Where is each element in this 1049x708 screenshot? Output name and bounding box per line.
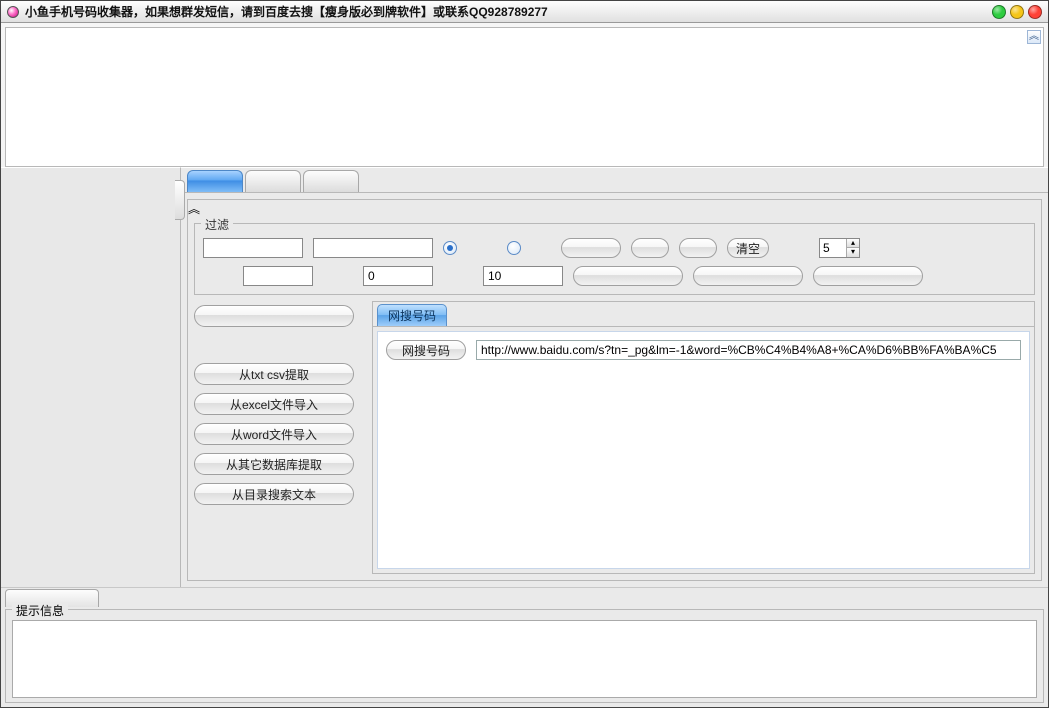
middle-area: ︽ 过滤 清空 bbox=[1, 167, 1048, 587]
source-btn-excel[interactable]: 从excel文件导入 bbox=[194, 393, 354, 415]
source-btn-txtcsv[interactable]: 从txt csv提取 bbox=[194, 363, 354, 385]
filter-btn-2[interactable] bbox=[631, 238, 669, 258]
title-bar: 小鱼手机号码收集器，如果想群发短信，请到百度去搜【瘦身版必到牌软件】或联系QQ9… bbox=[1, 1, 1048, 23]
window-title: 小鱼手机号码收集器，如果想群发短信，请到百度去搜【瘦身版必到牌软件】或联系QQ9… bbox=[25, 3, 992, 20]
filter-btn-6[interactable] bbox=[813, 266, 923, 286]
bottom-area: 提示信息 bbox=[1, 587, 1048, 707]
filter-input-1[interactable] bbox=[203, 238, 303, 258]
lower-split: 从txt csv提取 从excel文件导入 从word文件导入 从其它数据库提取… bbox=[194, 301, 1035, 574]
close-button[interactable] bbox=[1028, 5, 1042, 19]
url-input[interactable] bbox=[476, 340, 1021, 360]
collapse-top-icon[interactable]: ︽ bbox=[1027, 30, 1041, 44]
bottom-tabrow bbox=[1, 587, 1048, 607]
filter-radio-1[interactable] bbox=[443, 241, 457, 255]
window-controls bbox=[992, 5, 1042, 19]
filter-legend: 过滤 bbox=[201, 216, 233, 233]
source-buttons: 从txt csv提取 从excel文件导入 从word文件导入 从其它数据库提取… bbox=[194, 301, 364, 574]
right-main: ︽ 过滤 清空 bbox=[181, 167, 1048, 587]
outer-tab-3[interactable] bbox=[303, 170, 359, 192]
source-btn-otherdb[interactable]: 从其它数据库提取 bbox=[194, 453, 354, 475]
filter-input-4[interactable] bbox=[363, 266, 433, 286]
spinner-down-icon[interactable]: ▾ bbox=[847, 248, 859, 257]
outer-tab-1[interactable] bbox=[187, 170, 243, 192]
filter-group: 过滤 清空 bbox=[194, 223, 1035, 295]
search-panel: 网搜号码 网搜号码 bbox=[372, 301, 1035, 574]
source-btn-dirtext[interactable]: 从目录搜索文本 bbox=[194, 483, 354, 505]
filter-input-2[interactable] bbox=[313, 238, 433, 258]
app-window: 小鱼手机号码收集器，如果想群发短信，请到百度去搜【瘦身版必到牌软件】或联系QQ9… bbox=[0, 0, 1049, 708]
filter-btn-3[interactable] bbox=[679, 238, 717, 258]
search-content: 网搜号码 bbox=[377, 331, 1030, 569]
spinner-value[interactable] bbox=[820, 239, 846, 257]
filter-row-2 bbox=[243, 266, 1026, 286]
filter-input-3[interactable] bbox=[243, 266, 313, 286]
filter-btn-5[interactable] bbox=[693, 266, 803, 286]
maximize-button[interactable] bbox=[1010, 5, 1024, 19]
hint-group: 提示信息 bbox=[5, 609, 1044, 703]
right-content: ︽ 过滤 清空 bbox=[187, 199, 1042, 581]
hint-textarea[interactable] bbox=[12, 620, 1037, 698]
minimize-button[interactable] bbox=[992, 5, 1006, 19]
top-panel: ︽ bbox=[5, 27, 1044, 167]
websearch-button[interactable]: 网搜号码 bbox=[386, 340, 466, 360]
filter-radio-2[interactable] bbox=[507, 241, 521, 255]
source-btn-blank[interactable] bbox=[194, 305, 354, 327]
filter-btn-4[interactable] bbox=[573, 266, 683, 286]
left-sidebar bbox=[1, 167, 181, 587]
collapse-right-icon[interactable]: ︽ bbox=[188, 200, 1041, 217]
app-icon bbox=[7, 6, 19, 18]
hint-legend: 提示信息 bbox=[12, 602, 68, 619]
source-btn-word[interactable]: 从word文件导入 bbox=[194, 423, 354, 445]
filter-spinner[interactable]: ▴ ▾ bbox=[819, 238, 860, 258]
clear-button[interactable]: 清空 bbox=[727, 238, 769, 258]
outer-tabstrip bbox=[181, 168, 1048, 193]
tab-websearch[interactable]: 网搜号码 bbox=[377, 304, 447, 326]
outer-tab-2[interactable] bbox=[245, 170, 301, 192]
inner-tabstrip: 网搜号码 bbox=[373, 302, 1034, 327]
filter-row-1: 清空 ▴ ▾ bbox=[203, 238, 1026, 258]
filter-btn-1[interactable] bbox=[561, 238, 621, 258]
filter-input-5[interactable] bbox=[483, 266, 563, 286]
